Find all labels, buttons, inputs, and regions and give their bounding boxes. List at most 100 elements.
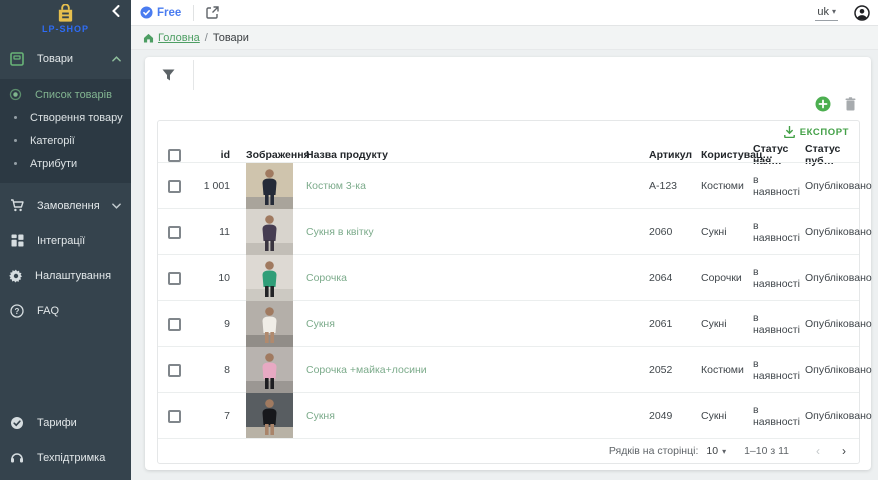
sidebar-item-faq[interactable]: ? FAQ	[0, 298, 131, 323]
product-publication-status: Опубліковано	[805, 364, 851, 376]
product-link[interactable]: Сорочка	[306, 272, 347, 284]
sidebar-item-products[interactable]: Товари	[0, 46, 131, 71]
product-thumbnail	[246, 163, 293, 209]
sidebar-item-label: Товари	[37, 53, 100, 65]
plan-badge[interactable]: Free	[140, 6, 181, 19]
product-availability-status: в наявності	[753, 358, 805, 382]
row-checkbox[interactable]	[168, 410, 181, 423]
table-row: 1 001 Костюм 3-ка A-123 Костюми в наявно…	[158, 162, 859, 208]
product-id: 10	[194, 272, 232, 284]
breadcrumb-home-link[interactable]: Головна	[143, 32, 200, 44]
select-all-checkbox[interactable]	[168, 149, 181, 162]
products-box-icon	[9, 52, 25, 66]
bullet-icon	[14, 116, 17, 119]
product-sku: A-123	[649, 180, 701, 192]
caret-down-icon: ▾	[722, 447, 726, 456]
product-link[interactable]: Сукня в квітку	[306, 226, 374, 238]
sidebar-spacer	[0, 323, 131, 410]
home-icon	[143, 33, 154, 43]
rows-per-page-value: 10	[706, 445, 718, 457]
product-thumbnail	[246, 301, 293, 347]
table-actions	[145, 93, 871, 115]
product-link[interactable]: Костюм 3-ка	[306, 180, 366, 192]
add-product-button[interactable]	[815, 96, 831, 112]
headset-icon	[9, 451, 25, 464]
product-availability-status: в наявності	[753, 220, 805, 244]
topbar-divider	[193, 5, 194, 21]
product-link[interactable]: Сукня	[306, 318, 335, 330]
chevron-up-icon	[112, 56, 121, 62]
table-header-row: id Зображення Назва продукту Артикул Кор…	[158, 143, 859, 162]
topbar: Free uk ▾	[131, 0, 878, 26]
logo-text: LP-SHOP	[42, 24, 89, 34]
table-body: 1 001 Костюм 3-ка A-123 Костюми в наявно…	[158, 162, 859, 438]
sidebar-item-label: Тарифи	[37, 417, 121, 429]
product-thumbnail	[246, 209, 293, 255]
next-page-button[interactable]: ›	[835, 444, 853, 458]
open-storefront-button[interactable]	[206, 6, 219, 19]
product-sku: 2060	[649, 226, 701, 238]
sidebar-item-integrations[interactable]: Інтеграції	[0, 228, 131, 253]
sidebar-footer: Тарифи Техпідтримка	[0, 410, 131, 480]
row-checkbox[interactable]	[168, 180, 181, 193]
sidebar-item-orders[interactable]: Замовлення	[0, 193, 131, 218]
breadcrumb-home-label: Головна	[158, 32, 200, 44]
product-link[interactable]: Сорочка +майка+лосини	[306, 364, 427, 376]
open-in-new-icon	[206, 6, 219, 19]
product-id: 9	[194, 318, 232, 330]
verified-badge-icon	[9, 416, 25, 430]
sidebar-subitem-create-product[interactable]: Створення товару	[0, 106, 131, 129]
trash-icon	[845, 97, 856, 111]
filter-bar	[145, 57, 871, 93]
language-value: uk	[817, 6, 829, 18]
bullet-icon	[14, 162, 17, 165]
verified-check-icon	[140, 6, 153, 19]
product-publication-status: Опубліковано	[805, 180, 851, 192]
account-menu-button[interactable]	[854, 5, 870, 21]
table-row: 9 Сукня 2061 Сукні в наявності Опубліков…	[158, 300, 859, 346]
sidebar-item-support[interactable]: Техпідтримка	[0, 445, 131, 470]
row-checkbox[interactable]	[168, 272, 181, 285]
sidebar-item-label: FAQ	[37, 305, 121, 317]
sidebar-subitem-label: Атрибути	[30, 158, 77, 170]
product-sku: 2049	[649, 410, 701, 422]
sidebar-item-label: Техпідтримка	[37, 452, 121, 464]
row-checkbox[interactable]	[168, 364, 181, 377]
filter-funnel-icon	[162, 69, 175, 81]
sidebar-item-tariffs[interactable]: Тарифи	[0, 410, 131, 435]
product-availability-status: в наявності	[753, 174, 805, 198]
filter-button[interactable]	[162, 69, 175, 81]
table-row: 8 Сорочка +майка+лосини 2052 Костюми в н…	[158, 346, 859, 392]
sidebar-collapse-button[interactable]	[107, 3, 123, 19]
pagination-range: 1–10 з 11	[744, 445, 789, 457]
add-circle-icon	[815, 96, 831, 112]
product-custom-category: Костюми	[701, 364, 753, 376]
rows-per-page-label: Рядків на сторінці:	[609, 445, 698, 457]
column-header-sku: Артикул	[649, 149, 701, 161]
sidebar-subitem-product-list[interactable]: Список товарів	[0, 83, 131, 106]
export-button[interactable]: ЕКСПОРТ	[784, 126, 849, 138]
row-checkbox[interactable]	[168, 226, 181, 239]
product-link[interactable]: Сукня	[306, 410, 335, 422]
breadcrumb-current: Товари	[213, 32, 249, 44]
shopping-cart-icon	[9, 199, 25, 212]
table-row: 10 Сорочка 2064 Сорочки в наявності Опуб…	[158, 254, 859, 300]
product-publication-status: Опубліковано	[805, 318, 851, 330]
product-custom-category: Сукні	[701, 318, 753, 330]
column-header-id: id	[194, 149, 232, 161]
product-thumbnail	[246, 347, 293, 393]
previous-page-button[interactable]: ‹	[809, 444, 827, 458]
sidebar-subitem-categories[interactable]: Категорії	[0, 129, 131, 152]
product-publication-status: Опубліковано	[805, 226, 851, 238]
gear-icon	[9, 269, 23, 283]
sidebar-subitem-attributes[interactable]: Атрибути	[0, 152, 131, 175]
row-checkbox[interactable]	[168, 318, 181, 331]
product-custom-category: Костюми	[701, 180, 753, 192]
products-table: ЕКСПОРТ id Зображення Назва продукту Арт…	[157, 120, 860, 464]
language-select[interactable]: uk ▾	[815, 5, 838, 21]
rows-per-page-select[interactable]: 10 ▾	[706, 445, 726, 457]
delete-selected-button[interactable]	[845, 97, 856, 111]
product-availability-status: в наявності	[753, 312, 805, 336]
sidebar-item-settings[interactable]: Налаштування	[0, 263, 131, 288]
column-header-image: Зображення	[232, 149, 296, 161]
